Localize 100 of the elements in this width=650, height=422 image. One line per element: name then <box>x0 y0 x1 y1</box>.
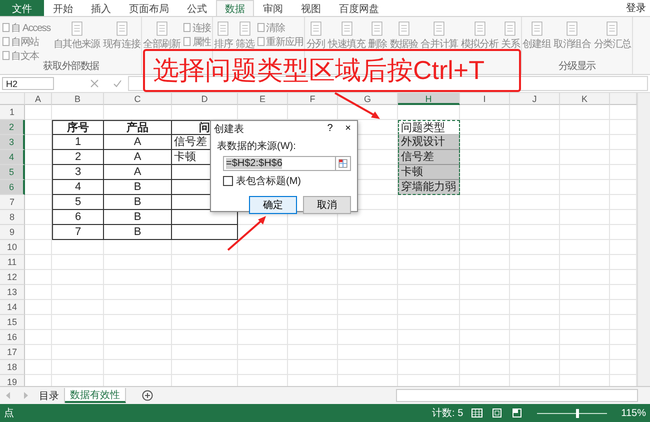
zoom-level[interactable]: 115% <box>621 408 646 418</box>
sheet-cell[interactable] <box>560 240 610 255</box>
sheet-cell[interactable] <box>238 330 288 345</box>
sheet-cell[interactable] <box>104 300 172 315</box>
sheet-cell[interactable] <box>104 255 172 270</box>
column-header[interactable]: J <box>510 93 560 105</box>
column-header[interactable]: A <box>25 93 52 105</box>
select-all-corner[interactable] <box>0 93 25 105</box>
help-button[interactable]: ? <box>321 123 339 134</box>
sheet-cell[interactable] <box>238 345 288 360</box>
table-cell[interactable]: A <box>104 165 172 180</box>
sheet-cell[interactable] <box>52 285 104 300</box>
table-cell[interactable] <box>172 225 238 240</box>
sheet-cell[interactable] <box>398 255 460 270</box>
sheet-cell[interactable] <box>460 210 510 225</box>
sheet-cell[interactable] <box>510 210 560 225</box>
sheet-cell[interactable] <box>52 360 104 375</box>
page-break-icon[interactable] <box>511 408 524 418</box>
sheet-cell[interactable] <box>25 270 52 285</box>
column-header[interactable]: D <box>172 93 238 105</box>
row-header[interactable]: 3 <box>0 135 25 150</box>
sheet-cell[interactable] <box>338 240 398 255</box>
row-header[interactable]: 6 <box>0 180 25 195</box>
table-cell[interactable]: 外观设计 <box>398 135 460 150</box>
ribbon-tab[interactable]: 百度网盘 <box>330 0 388 16</box>
sheet-cell[interactable] <box>238 315 288 330</box>
sheet-cell[interactable] <box>398 195 460 210</box>
check-icon[interactable] <box>113 79 122 88</box>
sheet-cell[interactable] <box>560 180 610 195</box>
sheet-cell[interactable] <box>25 255 52 270</box>
sheet-cell[interactable] <box>560 225 610 240</box>
sheet-cell[interactable] <box>398 240 460 255</box>
sheet-cell[interactable] <box>398 345 460 360</box>
sheet-cell[interactable] <box>238 225 288 240</box>
row-header[interactable]: 19 <box>0 375 25 386</box>
sheet-cell[interactable] <box>510 315 560 330</box>
ribbon-tab[interactable]: 数据 <box>216 0 254 16</box>
sheet-cell[interactable] <box>172 240 238 255</box>
table-cell[interactable]: B <box>104 225 172 240</box>
table-cell[interactable]: B <box>104 180 172 195</box>
sheet-cell[interactable] <box>25 330 52 345</box>
sheet-cell[interactable] <box>172 255 238 270</box>
sheet-cell[interactable] <box>25 105 52 120</box>
table-header-cell[interactable]: 序号 <box>52 120 104 135</box>
sheet-cell[interactable] <box>398 285 460 300</box>
checkbox[interactable] <box>223 176 233 186</box>
sheet-cell[interactable] <box>510 135 560 150</box>
ribbon-tab[interactable]: 视图 <box>292 0 330 16</box>
row-header[interactable]: 17 <box>0 345 25 360</box>
sheet-cell[interactable] <box>238 255 288 270</box>
sheet-cell[interactable] <box>104 315 172 330</box>
sheet-cell[interactable] <box>560 345 610 360</box>
sheet-cell[interactable] <box>460 285 510 300</box>
sheet-cell[interactable] <box>510 225 560 240</box>
column-header[interactable] <box>610 93 637 105</box>
sheet-cell[interactable] <box>338 330 398 345</box>
sheet-cell[interactable] <box>172 330 238 345</box>
sheet-cell[interactable] <box>560 285 610 300</box>
sheet-cell[interactable] <box>398 270 460 285</box>
cancel-icon[interactable] <box>90 79 99 88</box>
row-header[interactable]: 16 <box>0 330 25 345</box>
sheet-cell[interactable] <box>460 165 510 180</box>
table-cell[interactable]: B <box>104 210 172 225</box>
sheet-cell[interactable] <box>560 300 610 315</box>
sheet-cell[interactable] <box>288 270 338 285</box>
sheet-cell[interactable] <box>560 210 610 225</box>
sheet-cell[interactable] <box>25 300 52 315</box>
ribbon-tab[interactable]: 审阅 <box>254 0 292 16</box>
sheet-cell[interactable] <box>25 195 52 210</box>
left-arrow-icon[interactable] <box>4 391 13 400</box>
column-header[interactable]: F <box>288 93 338 105</box>
sheet-cell[interactable] <box>510 195 560 210</box>
row-header[interactable]: 18 <box>0 360 25 375</box>
sheet-cell[interactable] <box>25 345 52 360</box>
sheet-cell[interactable] <box>338 285 398 300</box>
sheet-cell[interactable] <box>398 330 460 345</box>
sheet-cell[interactable] <box>460 270 510 285</box>
row-header[interactable]: 10 <box>0 240 25 255</box>
close-button[interactable]: × <box>339 123 357 134</box>
sheet-cell[interactable] <box>460 225 510 240</box>
sheet-cell[interactable] <box>510 105 560 120</box>
sheet-cell[interactable] <box>510 330 560 345</box>
name-box[interactable]: H2 <box>2 77 54 90</box>
sheet-cell[interactable] <box>510 300 560 315</box>
sheet-cell[interactable] <box>104 240 172 255</box>
sheet-cell[interactable] <box>288 345 338 360</box>
sheet-cell[interactable] <box>338 270 398 285</box>
sheet-cell[interactable] <box>560 255 610 270</box>
sheet-cell[interactable] <box>510 120 560 135</box>
sheet-cell[interactable] <box>104 285 172 300</box>
sheet-cell[interactable] <box>52 330 104 345</box>
sheet-cell[interactable] <box>172 300 238 315</box>
sheet-cell[interactable] <box>398 225 460 240</box>
sheet-cell[interactable] <box>460 120 510 135</box>
row-header[interactable]: 1 <box>0 105 25 120</box>
sheet-cell[interactable] <box>560 150 610 165</box>
ribbon-button[interactable]: 连接 <box>182 21 212 34</box>
column-header[interactable]: K <box>560 93 610 105</box>
table-cell[interactable]: 穿墙能力弱 <box>398 180 460 195</box>
sheet-cell[interactable] <box>288 240 338 255</box>
